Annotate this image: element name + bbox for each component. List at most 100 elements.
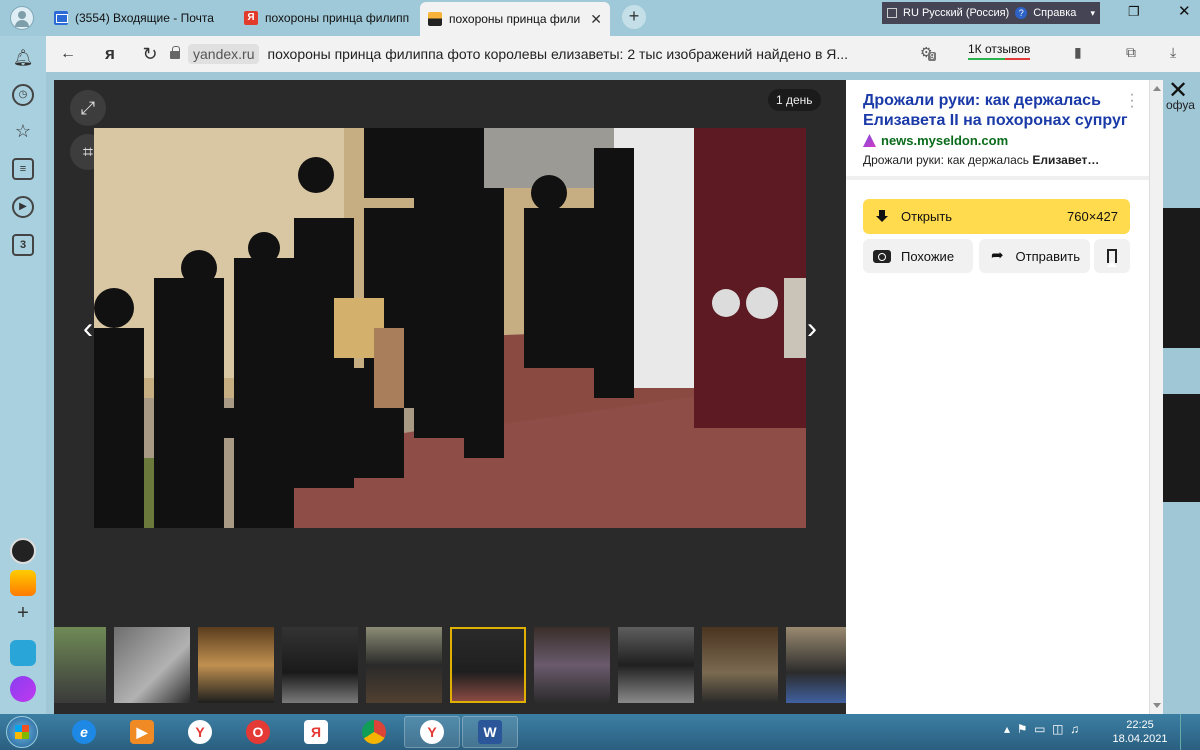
- image-viewer: ⤢ ⌗ 1 день ‹ ›: [54, 80, 846, 714]
- collections-icon[interactable]: ⧉: [1126, 44, 1136, 61]
- counter-icon[interactable]: 3: [12, 234, 34, 256]
- tab-title: (3554) Входящие - Почта: [75, 11, 214, 25]
- tab-mail[interactable]: (3554) Входящие - Почта: [46, 3, 232, 33]
- result-title-link[interactable]: Дрожали руки: как держалась Елизавета II…: [863, 91, 1133, 131]
- scroll-down-icon[interactable]: [1153, 703, 1161, 708]
- close-window-icon[interactable]: ✕: [1178, 2, 1191, 20]
- similar-label: Похожие: [901, 248, 955, 264]
- background-page-image: [1163, 394, 1200, 502]
- back-button[interactable]: ←: [56, 42, 80, 66]
- tab-yandex-search[interactable]: Я похороны принца филипп: [236, 3, 418, 33]
- image-size-label: 760×427: [1067, 209, 1118, 224]
- show-desktop-button[interactable]: [1180, 714, 1200, 750]
- taskbar-media[interactable]: ▶: [114, 716, 170, 748]
- tab-yandex-images[interactable]: похороны принца фили ✕: [420, 2, 610, 36]
- main-photo[interactable]: [94, 128, 806, 528]
- alice-assistant-icon[interactable]: [10, 676, 36, 702]
- scroll-up-icon[interactable]: [1153, 86, 1161, 91]
- browser-sidebar: 🔔︎ ◷ ☆ ≡ ▶ 3 +: [0, 36, 46, 714]
- source-domain: news.myseldon.com: [881, 133, 1009, 148]
- language-bar[interactable]: RU Русский (Россия) ? Справка ▾: [882, 2, 1100, 24]
- help-label: Справка: [1033, 7, 1077, 19]
- notes-icon[interactable]: ≡: [12, 158, 34, 180]
- profile-avatar-icon[interactable]: [10, 6, 34, 30]
- help-icon: ?: [1015, 7, 1028, 19]
- system-clock[interactable]: 22:25 18.04.2021: [1112, 718, 1168, 746]
- more-options-icon[interactable]: · · ·: [1128, 87, 1136, 115]
- thumbnail[interactable]: [618, 627, 694, 703]
- yandex-app-icon: Я: [304, 720, 328, 744]
- thumbnail[interactable]: [534, 627, 610, 703]
- tab-title: похороны принца фили: [449, 12, 581, 26]
- dropdown-icon[interactable]: ▾: [1090, 8, 1095, 19]
- expand-icon[interactable]: ⤢: [70, 90, 106, 126]
- opera-icon: O: [246, 720, 270, 744]
- system-tray[interactable]: ▴ ⚑ ▭ ◫ ♫: [1004, 722, 1079, 736]
- source-link[interactable]: news.myseldon.com: [863, 133, 1008, 148]
- counter-badge: 9: [928, 52, 937, 61]
- star-icon[interactable]: ☆: [12, 120, 34, 142]
- taskbar-ie[interactable]: e: [56, 716, 112, 748]
- reload-button[interactable]: ↻: [138, 42, 162, 66]
- panel-scrollbar[interactable]: [1149, 80, 1163, 714]
- image-info-panel: Дрожали руки: как держалась Елизавета II…: [846, 80, 1163, 714]
- camera-app-icon[interactable]: [10, 538, 36, 564]
- bell-icon[interactable]: 🔔︎: [12, 48, 34, 70]
- tab-title: похороны принца филипп: [265, 11, 410, 25]
- thumbnail[interactable]: [198, 627, 274, 703]
- tab-bar: (3554) Входящие - Почта Я похороны принц…: [0, 0, 1200, 36]
- thumbnail[interactable]: [54, 627, 106, 703]
- yandex-logo-button[interactable]: я: [98, 42, 122, 66]
- start-button[interactable]: [6, 716, 38, 748]
- download-icon: [875, 209, 889, 224]
- chrome-icon: [362, 720, 386, 744]
- share-arrow-icon: ➦: [990, 247, 1004, 264]
- open-image-button[interactable]: Открыть 760×427: [863, 199, 1130, 234]
- bookmark-icon[interactable]: ▮: [1074, 44, 1082, 61]
- taskbar-yandex-active[interactable]: Y: [404, 716, 460, 748]
- lock-icon: [170, 46, 180, 59]
- taskbar-chrome[interactable]: [346, 716, 402, 748]
- taskbar-yandex[interactable]: Y: [172, 716, 228, 748]
- next-image-arrow[interactable]: ›: [794, 312, 830, 348]
- save-to-collection-button[interactable]: [1094, 239, 1130, 273]
- new-tab-button[interactable]: +: [622, 5, 646, 29]
- snippet-text: Дрожали руки: как держалась: [863, 153, 1033, 167]
- close-tab-icon[interactable]: ✕: [590, 11, 602, 28]
- taskbar-opera[interactable]: O: [230, 716, 286, 748]
- thumbnail[interactable]: [786, 627, 846, 703]
- internet-explorer-icon: e: [72, 720, 96, 744]
- thumbnail[interactable]: [282, 627, 358, 703]
- thumbnail[interactable]: [702, 627, 778, 703]
- play-icon[interactable]: ▶: [12, 196, 34, 218]
- images-icon: [428, 12, 442, 26]
- thumbnail[interactable]: [366, 627, 442, 703]
- share-label: Отправить: [1015, 248, 1080, 264]
- background-page-image: [1163, 208, 1200, 348]
- taskbar-yandex-app[interactable]: Я: [288, 716, 344, 748]
- similar-images-button[interactable]: Похожие: [863, 239, 973, 273]
- download-icon[interactable]: ⤓: [1170, 44, 1176, 61]
- add-app-icon[interactable]: +: [12, 602, 34, 624]
- messenger-app-icon[interactable]: [10, 640, 36, 666]
- history-icon[interactable]: ◷: [12, 84, 34, 106]
- reviews-button[interactable]: 1К отзывов: [968, 42, 1031, 60]
- restore-window-icon[interactable]: ❐: [1128, 4, 1140, 20]
- yandex-icon: Я: [244, 11, 258, 25]
- previous-image-arrow[interactable]: ‹: [70, 312, 106, 348]
- thumbnail-selected[interactable]: [450, 627, 526, 703]
- yandex-browser-icon: Y: [420, 720, 444, 744]
- share-button[interactable]: ➦ Отправить: [979, 239, 1090, 273]
- source-favicon-icon: [863, 134, 876, 147]
- photo-illustration: [94, 128, 806, 528]
- result-snippet: Дрожали руки: как держалась Елизавет…: [863, 153, 1143, 167]
- mail-app-icon[interactable]: [10, 570, 36, 596]
- taskbar-word[interactable]: W: [462, 716, 518, 748]
- thumbnail[interactable]: [114, 627, 190, 703]
- snippet-highlight: Елизавет…: [1032, 153, 1100, 167]
- url-field[interactable]: yandex.ru похороны принца филиппа фото к…: [170, 40, 930, 68]
- page-title: похороны принца филиппа фото королевы ел…: [267, 46, 849, 62]
- flag-icon: [887, 8, 897, 18]
- open-label: Открыть: [901, 209, 953, 224]
- divider: [846, 176, 1163, 180]
